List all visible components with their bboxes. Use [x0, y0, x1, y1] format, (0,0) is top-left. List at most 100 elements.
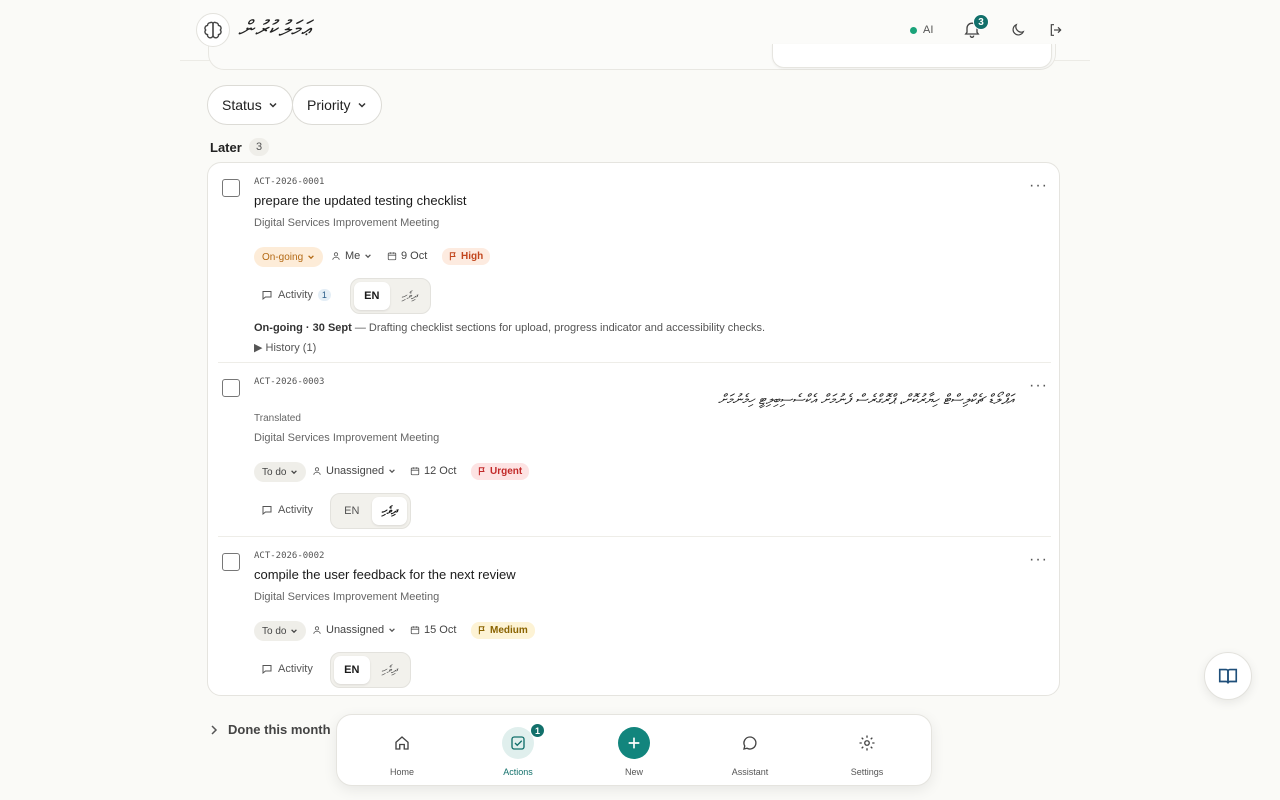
nav-settings[interactable]: Settings	[827, 715, 907, 787]
action-checkbox[interactable]	[222, 553, 240, 571]
actions-list	[207, 162, 1060, 696]
bottom-navigation: Home 1 Actions New Assistant Settings	[336, 714, 932, 786]
chat-bubble-icon	[743, 736, 757, 750]
book-icon	[1218, 668, 1238, 684]
user-icon	[313, 467, 321, 475]
home-icon	[395, 736, 409, 750]
meeting-name: Digital Services Improvement Meeting	[254, 217, 440, 229]
status-label: To do	[262, 625, 287, 637]
item-divider	[218, 536, 1051, 537]
done-section-toggle[interactable]: Done this month	[210, 722, 331, 737]
item-divider	[218, 362, 1051, 363]
logout-icon	[1050, 24, 1062, 36]
theme-toggle[interactable]	[1010, 22, 1026, 43]
calendar-icon	[387, 252, 397, 261]
nav-assistant[interactable]: Assistant	[710, 715, 790, 787]
nav-actions-label: Actions	[503, 767, 533, 777]
status-label: To do	[262, 466, 287, 478]
flag-icon	[449, 252, 456, 261]
lang-dv-button[interactable]: ދިވެހި	[371, 497, 407, 525]
activity-button[interactable]: Activity 1	[261, 289, 331, 301]
chevron-down-icon	[269, 102, 277, 108]
comment-icon	[262, 291, 272, 301]
assignee-dropdown[interactable]: Unassigned	[312, 465, 396, 477]
action-title[interactable]: compile the user feedback for the next r…	[254, 567, 516, 582]
due-date[interactable]: 12 Oct	[410, 465, 456, 477]
ai-label: AI	[923, 24, 934, 36]
status-dropdown[interactable]: To do	[254, 621, 307, 641]
assignee-label: Unassigned	[326, 465, 385, 477]
translated-label: Translated	[254, 413, 301, 424]
activity-button[interactable]: Activity	[261, 504, 313, 516]
activity-label: Activity	[278, 289, 313, 301]
assignee-dropdown[interactable]: Unassigned	[312, 624, 396, 636]
done-section-label: Done this month	[228, 722, 331, 737]
priority-badge[interactable]: High	[442, 248, 491, 265]
nav-home[interactable]: Home	[362, 715, 442, 787]
status-filter-label: Status	[222, 97, 262, 113]
nav-new-label: New	[624, 767, 643, 777]
ai-status[interactable]: AI	[910, 20, 933, 40]
status-dropdown[interactable]: On-going	[254, 247, 324, 267]
meeting-name: Digital Services Improvement Meeting	[254, 432, 440, 444]
priority-label: Medium	[490, 625, 528, 636]
activity-label: Activity	[278, 504, 313, 516]
chevron-down-icon	[291, 470, 298, 475]
nav-actions-badge: 1	[530, 723, 545, 738]
status-label: On-going	[262, 251, 304, 263]
brand-title: ޢަމަލުކުރުން	[238, 17, 312, 42]
app-logo[interactable]	[196, 13, 230, 47]
due-date-label: 9 Oct	[401, 250, 428, 262]
comment-icon	[262, 506, 272, 516]
action-title[interactable]: prepare the updated testing checklist	[254, 193, 466, 208]
latest-update: On-going · 30 Sept — Drafting checklist …	[254, 322, 765, 334]
action-checkbox[interactable]	[222, 379, 240, 397]
more-options-button[interactable]: ···	[1029, 177, 1048, 195]
calendar-icon	[410, 626, 420, 635]
search-panel-edge	[208, 44, 1056, 70]
lang-en-button[interactable]: EN	[354, 282, 390, 310]
section-count: 3	[249, 138, 269, 156]
lang-dv-button[interactable]: ދިވެހި	[372, 656, 408, 684]
assignee-dropdown[interactable]: Me	[331, 250, 372, 262]
flag-icon	[478, 467, 485, 476]
priority-badge[interactable]: Urgent	[471, 463, 530, 480]
chevron-down-icon	[291, 629, 298, 634]
assignee-label: Unassigned	[326, 624, 385, 636]
update-head: On-going · 30 Sept	[254, 322, 352, 334]
priority-filter[interactable]: Priority	[292, 85, 382, 125]
meeting-name: Digital Services Improvement Meeting	[254, 591, 440, 603]
user-icon	[313, 626, 321, 634]
action-id: ACT-2026-0002	[254, 551, 325, 561]
chevron-down-icon	[358, 102, 366, 108]
due-date[interactable]: 9 Oct	[387, 250, 427, 262]
brain-icon	[204, 21, 222, 39]
chevron-down-icon	[389, 469, 395, 474]
more-options-button[interactable]: ···	[1029, 377, 1048, 395]
chevron-right-icon	[211, 724, 218, 735]
lang-en-button[interactable]: EN	[334, 497, 370, 525]
update-text: — Drafting checklist sections for upload…	[351, 322, 766, 334]
activity-button[interactable]: Activity	[261, 663, 313, 675]
language-toggle[interactable]: EN ދިވެހި	[330, 493, 411, 529]
guide-button[interactable]	[1204, 652, 1252, 700]
status-dropdown[interactable]: To do	[254, 462, 307, 482]
language-toggle[interactable]: EN ދިވެހި	[350, 278, 431, 314]
nav-settings-label: Settings	[850, 767, 884, 777]
action-checkbox[interactable]	[222, 179, 240, 197]
nav-new[interactable]: New	[594, 715, 674, 787]
nav-actions[interactable]: 1 Actions	[478, 715, 558, 787]
action-id: ACT-2026-0001	[254, 177, 325, 187]
due-date[interactable]: 15 Oct	[410, 624, 456, 636]
language-toggle[interactable]: EN ދިވެހި	[330, 652, 411, 688]
lang-dv-button[interactable]: ދިވެހި	[392, 282, 428, 310]
action-title-dhivehi[interactable]: އަޕްލޯޑް ޗެކްލިސްޓް ހިޔާރުކޮށް، ޕްރޮގްރެ…	[718, 392, 1014, 408]
priority-badge[interactable]: Medium	[471, 622, 535, 639]
nav-assistant-label: Assistant	[731, 767, 769, 777]
more-options-button[interactable]: ···	[1029, 551, 1048, 569]
status-filter[interactable]: Status	[207, 85, 293, 125]
logout-button[interactable]	[1048, 22, 1064, 43]
due-date-label: 12 Oct	[424, 465, 457, 477]
lang-en-button[interactable]: EN	[334, 656, 370, 684]
history-toggle[interactable]: ▶ History (1)	[254, 341, 316, 354]
